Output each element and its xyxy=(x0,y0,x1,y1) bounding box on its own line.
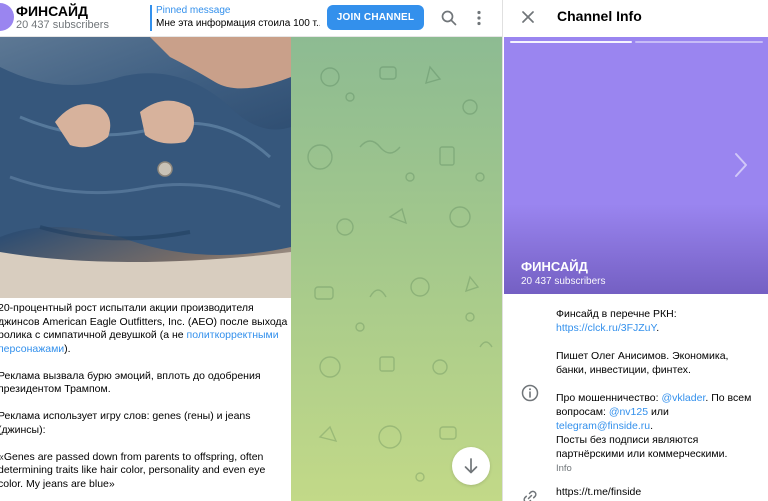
cover-progress-active xyxy=(510,41,632,43)
contacts-text-c: или xyxy=(648,406,669,418)
channel-title[interactable]: ФИНСАЙД xyxy=(16,3,88,19)
cover-subscribers: 20 437 subscribers xyxy=(521,276,606,287)
post-paragraph-1-end: ). xyxy=(64,342,71,355)
cover-progress-inactive xyxy=(635,41,763,43)
channel-link[interactable]: https://t.me/finside xyxy=(556,486,641,498)
pinned-message-label: Pinned message xyxy=(156,5,231,16)
channel-post: 20-процентный рост испытали акции произв… xyxy=(0,37,291,501)
pinned-message-text: Мне эта информация стоила 100 т... xyxy=(156,18,320,29)
email-link[interactable]: telegram@finside.ru xyxy=(556,420,650,432)
channel-subscribers: 20 437 subscribers xyxy=(16,19,109,31)
chat-header: ФИНСАЙД 20 437 subscribers Pinned messag… xyxy=(0,0,502,37)
more-vertical-icon[interactable] xyxy=(467,6,491,30)
post-photo-illustration xyxy=(0,37,291,298)
channel-info-panel: Channel Info ФИНСАЙД 20 437 subscribers … xyxy=(502,0,768,501)
post-text: 20-процентный рост испытали акции произв… xyxy=(0,302,289,501)
nv125-link[interactable]: @nv125 xyxy=(609,406,648,418)
description-rkn-end: . xyxy=(656,322,660,334)
contacts-text-d: . xyxy=(650,420,654,432)
search-icon[interactable] xyxy=(437,6,461,30)
channel-cover[interactable]: ФИНСАЙД 20 437 subscribers xyxy=(504,37,768,294)
channel-description: Финсайд в перечне РКН: https://clck.ru/3… xyxy=(556,307,756,461)
link-icon xyxy=(523,490,537,501)
contacts-text-a: Про мошенничество: xyxy=(556,392,662,404)
description-ads-note: Посты без подписи являются партнёрскими … xyxy=(556,434,728,460)
post-paragraph-2: Реклама вызвала бурю эмоций, вплоть до о… xyxy=(0,369,261,396)
description-rkn-text: Финсайд в перечне РКН: xyxy=(556,308,677,320)
post-paragraph-4: «Genes are passed down from parents to o… xyxy=(0,450,266,490)
info-icon xyxy=(521,384,539,402)
rkn-link[interactable]: https://clck.ru/3FJZuY xyxy=(556,322,656,334)
chat-area: ФИНСАЙД 20 437 subscribers Pinned messag… xyxy=(0,0,502,501)
join-channel-button[interactable]: JOIN CHANNEL xyxy=(327,5,424,30)
post-photo[interactable] xyxy=(0,37,291,298)
vklader-link[interactable]: @vklader xyxy=(661,392,705,404)
post-paragraph-3: Реклама использует игру слов: genes (ген… xyxy=(0,410,251,436)
cover-channel-name: ФИНСАЙД xyxy=(521,259,588,274)
pinned-message[interactable]: Pinned message Мне эта информация стоила… xyxy=(150,5,320,31)
close-icon[interactable] xyxy=(517,6,539,28)
channel-info-header: Channel Info xyxy=(503,0,768,34)
description-contacts: Про мошенничество: @vklader. По всем воп… xyxy=(556,391,756,433)
channel-avatar[interactable] xyxy=(0,3,14,31)
description-rkn: Финсайд в перечне РКН: https://clck.ru/3… xyxy=(556,307,756,335)
description-author: Пишет Олег Анисимов. Экономика, банки, и… xyxy=(556,350,729,376)
channel-info-title: Channel Info xyxy=(557,8,642,24)
arrow-down-icon xyxy=(464,458,478,474)
scroll-down-button[interactable] xyxy=(452,447,490,485)
chevron-right-icon[interactable] xyxy=(733,151,749,179)
info-caption: Info xyxy=(556,463,572,474)
post-paragraph-1: 20-процентный рост испытали акции произв… xyxy=(0,302,289,356)
